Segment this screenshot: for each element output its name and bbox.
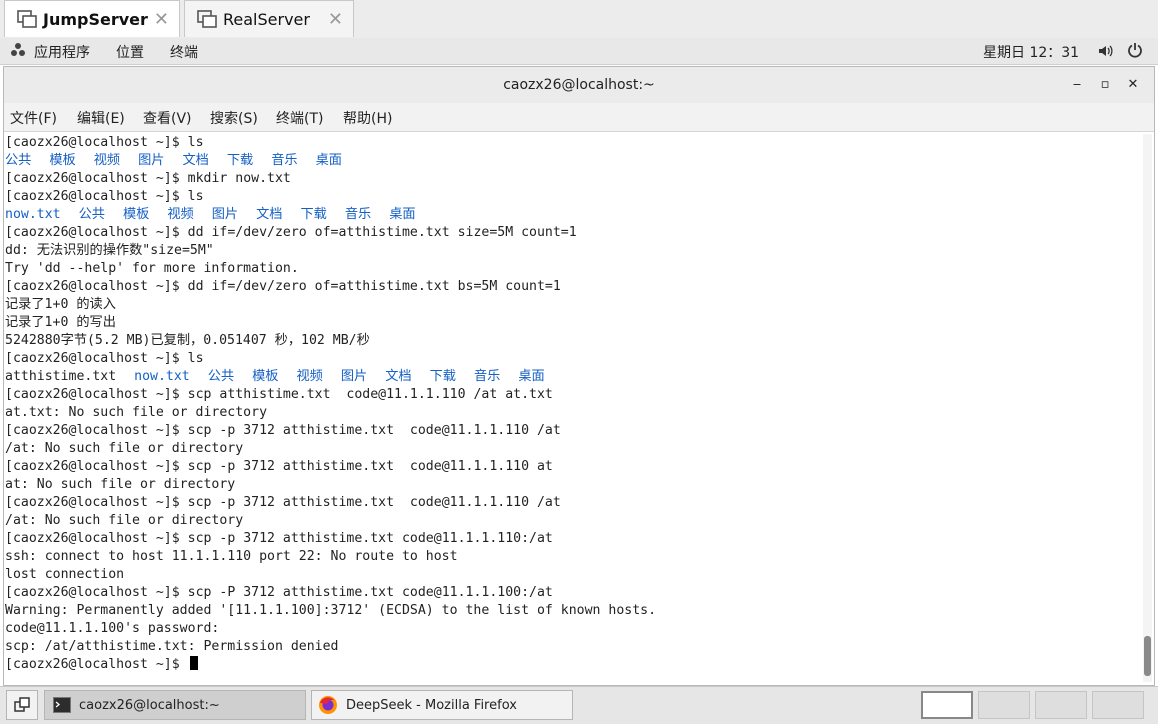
places-menu[interactable]: 位置: [116, 42, 144, 62]
task-terminal[interactable]: caozx26@localhost:~: [44, 690, 306, 720]
prompt: [caozx26@localhost ~]$: [5, 387, 188, 402]
menu-search[interactable]: 搜索(S): [210, 108, 258, 128]
text-cursor: [189, 656, 198, 670]
terminal-line: [caozx26@localhost ~]$ scp -p 3712 atthi…: [5, 459, 553, 474]
terminal-line: [caozx26@localhost ~]$ scp -p 3712 atthi…: [5, 531, 553, 546]
window-titlebar[interactable]: caozx26@localhost:~ ‒ ▫ ✕: [4, 67, 1154, 104]
terminal-menubar: 文件(F) 编辑(E) 查看(V) 搜索(S) 终端(T) 帮助(H): [4, 103, 1154, 132]
prompt: [caozx26@localhost ~]$: [5, 171, 188, 186]
terminal-line: Warning: Permanently added '[11.1.1.100]…: [5, 603, 657, 618]
workspace-2[interactable]: [978, 691, 1030, 719]
menu-file[interactable]: 文件(F): [10, 108, 57, 128]
terminal-line: ssh: connect to host 11.1.1.110 port 22:…: [5, 549, 458, 564]
maximize-button[interactable]: ▫: [1090, 67, 1120, 103]
applications-menu[interactable]: 应用程序: [34, 42, 90, 62]
close-icon[interactable]: ✕: [328, 9, 343, 30]
prompt: [caozx26@localhost ~]$: [5, 189, 188, 204]
workspace-1[interactable]: [921, 691, 973, 719]
close-button[interactable]: ✕: [1118, 67, 1148, 103]
volume-icon[interactable]: [1097, 43, 1113, 63]
close-icon[interactable]: ✕: [154, 9, 169, 30]
firefox-icon: [318, 695, 338, 715]
terminal-line: 记录了1+0 的写出: [5, 315, 116, 330]
prompt: [caozx26@localhost ~]$: [5, 135, 188, 150]
power-icon[interactable]: [1127, 42, 1143, 62]
scrollbar[interactable]: [1143, 134, 1152, 682]
show-desktop-icon: [14, 697, 30, 712]
tab-label: JumpServer: [43, 9, 148, 29]
terminal-line: [caozx26@localhost ~]$ ls: [5, 351, 204, 366]
terminal-window: caozx26@localhost:~ ‒ ▫ ✕ 文件(F) 编辑(E) 查看…: [3, 66, 1155, 686]
terminal-line: at.txt: No such file or directory: [5, 405, 268, 420]
terminal-line: [caozx26@localhost ~]$ scp -p 3712 atthi…: [5, 495, 561, 510]
scrollbar-thumb[interactable]: [1144, 636, 1151, 676]
terminal-line: [caozx26@localhost ~]$ ls: [5, 135, 204, 150]
terminal-line: [caozx26@localhost ~]$ dd if=/dev/zero o…: [5, 225, 577, 240]
terminal-line: 记录了1+0 的读入: [5, 297, 116, 312]
menu-terminal[interactable]: 终端(T): [276, 108, 323, 128]
applications-icon: [10, 42, 26, 62]
prompt: [caozx26@localhost ~]$: [5, 423, 188, 438]
menu-help[interactable]: 帮助(H): [343, 108, 392, 128]
show-desktop-button[interactable]: [6, 690, 38, 720]
taskbar: caozx26@localhost:~ DeepSeek - Mozilla F…: [0, 686, 1158, 724]
prompt: [caozx26@localhost ~]$: [5, 495, 188, 510]
prompt: [caozx26@localhost ~]$: [5, 225, 188, 240]
prompt: [caozx26@localhost ~]$: [5, 531, 188, 546]
prompt: [caozx26@localhost ~]$: [5, 459, 188, 474]
dir-listing: atthistime.txt now.txt 公共 模板 视频 图片 文档 下载 音乐 桌面: [5, 369, 545, 384]
vm-tab-bar: JumpServer ✕ RealServer ✕: [0, 0, 1158, 38]
menu-edit[interactable]: 编辑(E): [77, 108, 125, 128]
terminal-line: /at: No such file or directory: [5, 441, 244, 456]
dir-listing: now.txt 公共 模板 视频 图片 文档 下载 音乐 桌面: [5, 207, 416, 222]
terminal-line: at: No such file or directory: [5, 477, 236, 492]
task-label: DeepSeek - Mozilla Firefox: [346, 697, 517, 713]
terminal-line: [caozx26@localhost ~]$ ls: [5, 189, 204, 204]
terminal-line: [caozx26@localhost ~]$ scp -p 3712 atthi…: [5, 423, 561, 438]
terminal-app-icon: [53, 697, 71, 713]
error-line: scp: /at/atthistime.txt: Permission deni…: [5, 639, 339, 654]
menu-view[interactable]: 查看(V): [143, 108, 192, 128]
prompt: [caozx26@localhost ~]$: [5, 585, 188, 600]
terminal-line: dd: 无法识别的操作数"size=5M": [5, 243, 214, 258]
terminal-line: lost connection: [5, 567, 125, 582]
terminal-line: [caozx26@localhost ~]$ dd if=/dev/zero o…: [5, 279, 561, 294]
window-title: caozx26@localhost:~: [503, 77, 655, 93]
terminal-line: /at: No such file or directory: [5, 513, 244, 528]
workspace-4[interactable]: [1092, 691, 1144, 719]
terminal-line: [caozx26@localhost ~]$ scp atthistime.tx…: [5, 387, 553, 402]
prompt: [caozx26@localhost ~]$: [5, 279, 188, 294]
clock[interactable]: 星期日 12：31: [983, 42, 1079, 62]
terminal-line: 5242880字节(5.2 MB)已复制，0.051407 秒，102 MB/秒: [5, 333, 370, 348]
task-label: caozx26@localhost:~: [79, 697, 220, 713]
dir-listing: 公共 模板 视频 图片 文档 下载 音乐 桌面: [5, 153, 342, 168]
terminal-line: [caozx26@localhost ~]$ scp -P 3712 atthi…: [5, 585, 553, 600]
terminal-line: Try 'dd --help' for more information.: [5, 261, 299, 276]
terminal-menu[interactable]: 终端: [170, 42, 198, 62]
workspace-3[interactable]: [1035, 691, 1087, 719]
top-panel: 应用程序 位置 终端 星期日 12：31: [0, 38, 1158, 65]
prompt: [caozx26@localhost ~]$: [5, 351, 188, 366]
tab-jumpserver[interactable]: JumpServer ✕: [4, 0, 180, 37]
terminal-line: [caozx26@localhost ~]$ mkdir now.txt: [5, 171, 291, 186]
task-firefox[interactable]: DeepSeek - Mozilla Firefox: [311, 690, 573, 720]
terminal-line: [caozx26@localhost ~]$: [5, 656, 1143, 674]
minimize-button[interactable]: ‒: [1062, 67, 1092, 103]
tab-label: RealServer: [223, 9, 310, 29]
tab-realserver[interactable]: RealServer ✕: [184, 0, 354, 37]
vm-icon: [197, 10, 217, 28]
prompt: [caozx26@localhost ~]$: [5, 657, 188, 672]
terminal-line: code@11.1.1.100's password:: [5, 621, 220, 636]
terminal-output[interactable]: [caozx26@localhost ~]$ ls 公共 模板 视频 图片 文档 下载 音乐…: [5, 134, 1143, 682]
vm-icon: [17, 10, 37, 28]
